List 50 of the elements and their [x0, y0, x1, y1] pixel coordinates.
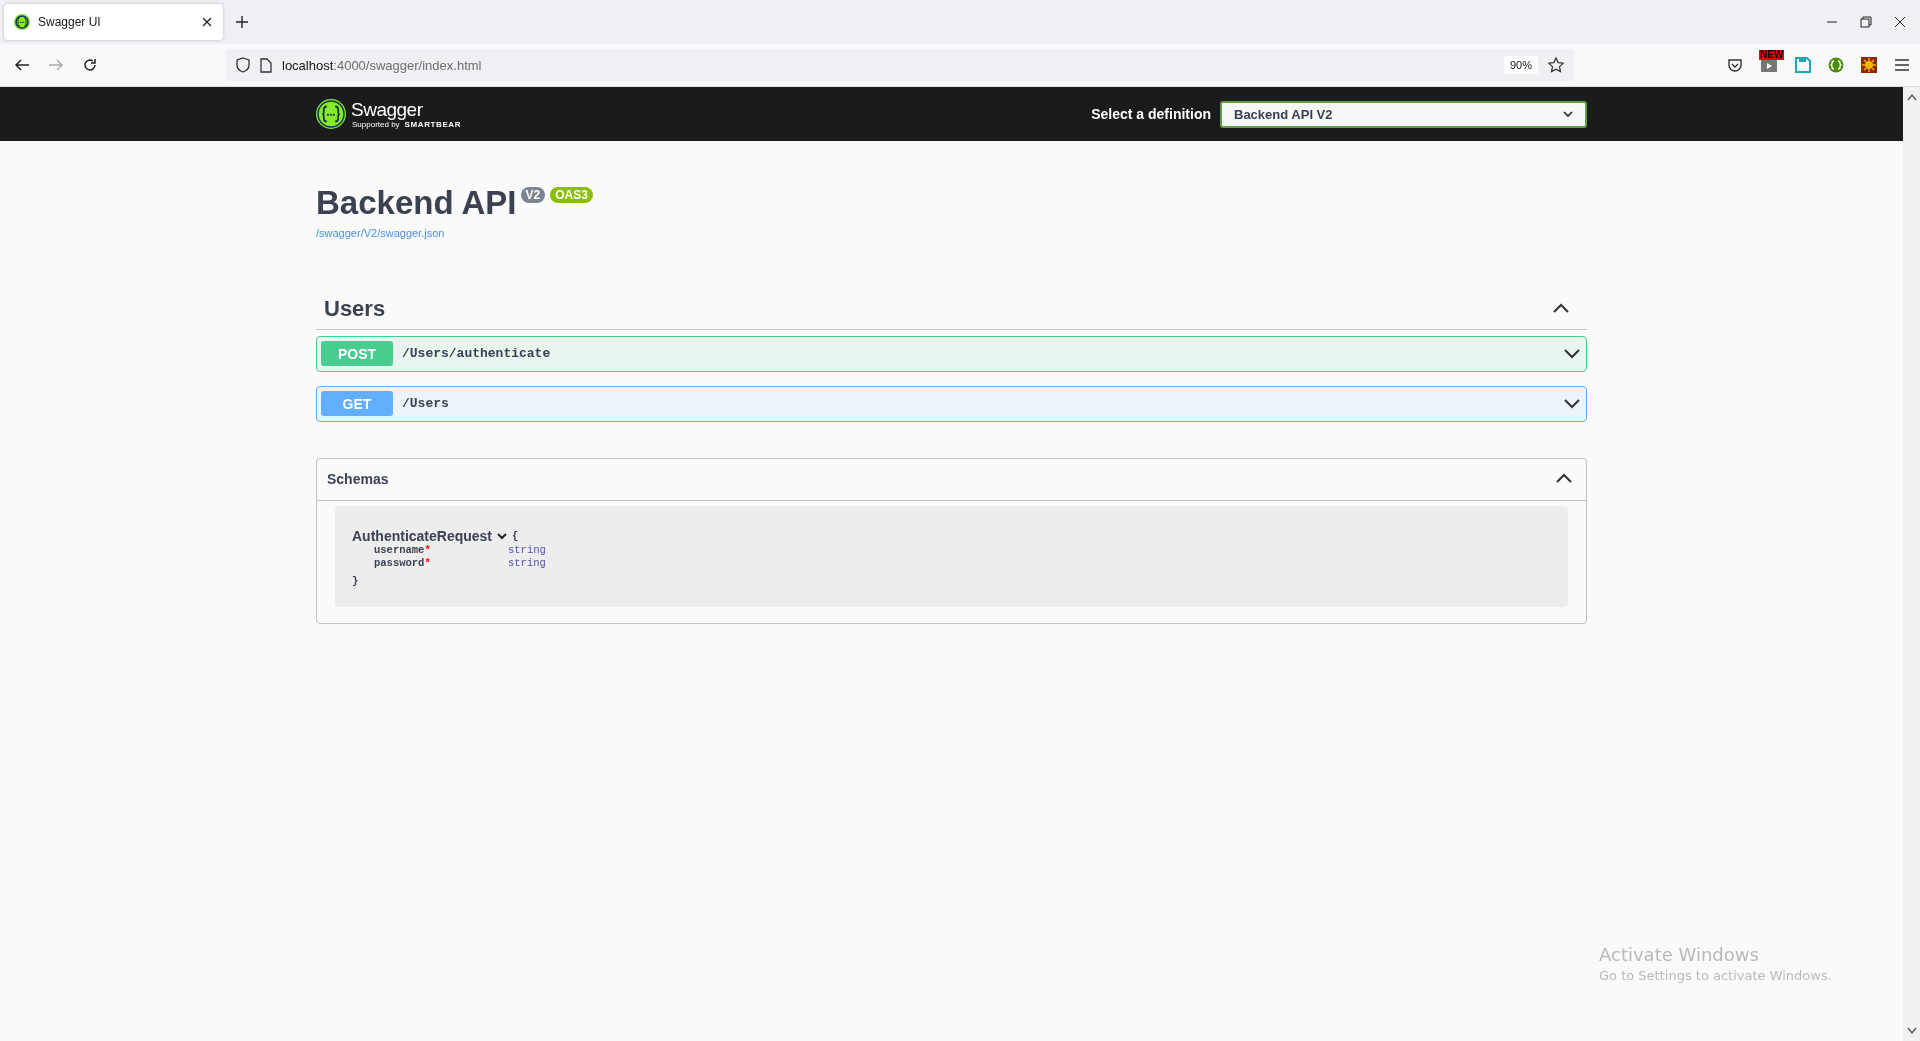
- required-mark: *: [424, 556, 431, 569]
- swagger-favicon-icon: [14, 14, 30, 30]
- brand-name: SMARTBEAR: [404, 120, 462, 129]
- close-icon[interactable]: [1894, 16, 1906, 28]
- property-type: string: [508, 556, 546, 570]
- operation-path: /Users/authenticate: [402, 346, 552, 362]
- required-mark: *: [424, 543, 431, 556]
- logo-text: Swagger: [351, 99, 424, 119]
- version-badge: V2: [520, 187, 546, 203]
- bookmark-star-icon[interactable]: [1548, 57, 1564, 73]
- spec-badge: OAS3: [550, 187, 593, 203]
- new-badge: NEW: [1759, 50, 1785, 60]
- page-icon: [260, 57, 272, 73]
- brace: }: [352, 574, 360, 587]
- activation-title: Activate Windows: [1599, 944, 1760, 965]
- sun-extension-icon[interactable]: [1861, 57, 1877, 73]
- tag-header[interactable]: Users: [316, 288, 1587, 330]
- schemas-header[interactable]: Schemas: [317, 458, 1586, 500]
- api-title: Backend API: [316, 183, 517, 223]
- method-badge: POST: [321, 341, 393, 367]
- definition-select[interactable]: Backend API V2: [1220, 100, 1587, 128]
- logo-tagline: Supported by: [352, 120, 400, 129]
- method-badge: GET: [321, 391, 393, 417]
- definition-label: Select a definition: [1091, 106, 1211, 122]
- url-text: localhost:4000/swagger/index.html: [282, 57, 482, 73]
- browser-tab[interactable]: Swagger UI: [4, 4, 223, 40]
- extension-icon[interactable]: [1828, 57, 1844, 73]
- reload-icon[interactable]: [82, 57, 98, 73]
- operation-path: /Users: [402, 396, 450, 412]
- close-tab-icon[interactable]: [201, 16, 213, 28]
- zoom-level[interactable]: 90%: [1503, 56, 1538, 74]
- operation-row[interactable]: GET /Users: [316, 385, 1587, 422]
- back-icon[interactable]: [14, 57, 30, 73]
- shield-icon: [236, 57, 250, 73]
- restore-icon[interactable]: [1860, 16, 1872, 28]
- property-name: username*: [374, 543, 431, 557]
- property-type: string: [508, 543, 546, 557]
- property-name: password*: [374, 556, 432, 570]
- scroll-down-icon[interactable]: [1906, 1027, 1917, 1035]
- brace: {: [512, 529, 519, 542]
- pocket-icon[interactable]: [1727, 57, 1743, 73]
- address-bar[interactable]: localhost:4000/swagger/index.html 90%: [226, 49, 1574, 81]
- operation-row[interactable]: POST /Users/authenticate: [316, 335, 1587, 372]
- new-tab-icon[interactable]: [235, 15, 249, 29]
- menu-icon[interactable]: [1894, 58, 1910, 72]
- activation-message: Go to Settings to activate Windows.: [1599, 968, 1832, 983]
- scroll-up-icon[interactable]: [1906, 93, 1917, 101]
- model-name[interactable]: AuthenticateRequest: [352, 527, 493, 544]
- swagger-logo-icon: [316, 99, 346, 129]
- caret-icon: [1563, 111, 1573, 117]
